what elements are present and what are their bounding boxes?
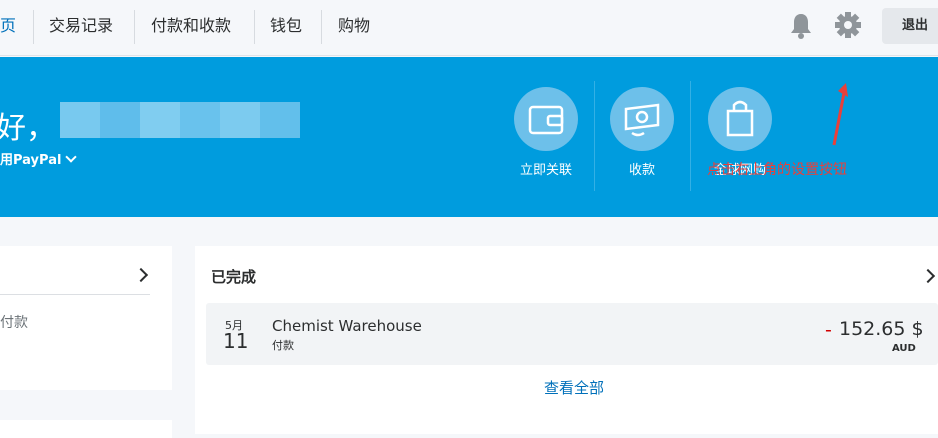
nav-shopping[interactable]: 购物 <box>338 0 370 56</box>
shopping-bag-icon <box>708 87 772 151</box>
currency-code: AUD <box>892 343 916 354</box>
completed-transactions-card: 已完成 5月 11 Chemist Warehouse 付款 - 152.65 … <box>195 246 938 434</box>
use-paypal-label: 用PayPal <box>0 153 62 168</box>
nav-send-receive[interactable]: 付款和收款 <box>151 0 231 56</box>
chevron-right-icon[interactable] <box>133 267 149 283</box>
chevron-right-icon[interactable] <box>920 268 936 284</box>
gear-icon[interactable] <box>833 10 863 40</box>
action-divider <box>594 81 595 191</box>
merchant-name: Chemist Warehouse <box>272 317 422 335</box>
chevron-down-icon <box>65 151 78 163</box>
nav-divider <box>321 10 322 44</box>
tutorial-annotation: 点击右上角的设置按钮 <box>707 162 847 178</box>
hero-banner: 好， 用PayPal 立即关联 收款 全球网购 点击右上角的设置按钮 <box>0 57 938 217</box>
transaction-type: 付款 <box>272 339 294 352</box>
receive-money-icon <box>610 87 674 151</box>
redacted-username <box>60 102 300 138</box>
nav-home[interactable]: 页 <box>0 0 16 56</box>
annotation-arrow-icon <box>832 83 848 146</box>
card-text: 付款 <box>0 315 28 331</box>
nav-transactions[interactable]: 交易记录 <box>49 0 113 56</box>
amount-sign: - <box>825 319 832 341</box>
logout-button[interactable]: 退出 <box>882 8 938 44</box>
wallet-icon <box>514 87 578 151</box>
action-label: 立即关联 <box>519 163 572 178</box>
action-receive[interactable]: 收款 <box>610 87 674 178</box>
section-title: 已完成 <box>211 268 257 286</box>
use-paypal-dropdown[interactable]: 用PayPal <box>0 149 78 168</box>
action-label: 收款 <box>628 163 655 178</box>
balance-card[interactable]: 付款 <box>0 246 172 390</box>
bell-icon[interactable] <box>788 12 814 40</box>
action-divider <box>690 81 691 191</box>
transaction-amount: 152.65 $ <box>839 318 924 340</box>
nav-divider <box>254 10 255 44</box>
nav-divider <box>33 10 34 44</box>
nav-wallet[interactable]: 钱包 <box>270 0 302 56</box>
transaction-day: 11 <box>223 329 249 353</box>
top-navigation: 页 交易记录 付款和收款 钱包 购物 退出 <box>0 0 938 56</box>
action-link-card[interactable]: 立即关联 <box>514 87 578 178</box>
secondary-card <box>0 420 172 438</box>
greeting: 好， <box>0 111 56 146</box>
divider <box>0 294 150 295</box>
paypal-dashboard: 页 交易记录 付款和收款 钱包 购物 退出 好， 用PayPal 立即关联 收款… <box>0 0 938 438</box>
nav-divider <box>134 10 135 44</box>
transaction-row[interactable]: 5月 11 Chemist Warehouse 付款 - 152.65 $ AU… <box>206 303 938 365</box>
view-all-link[interactable]: 查看全部 <box>544 377 604 398</box>
